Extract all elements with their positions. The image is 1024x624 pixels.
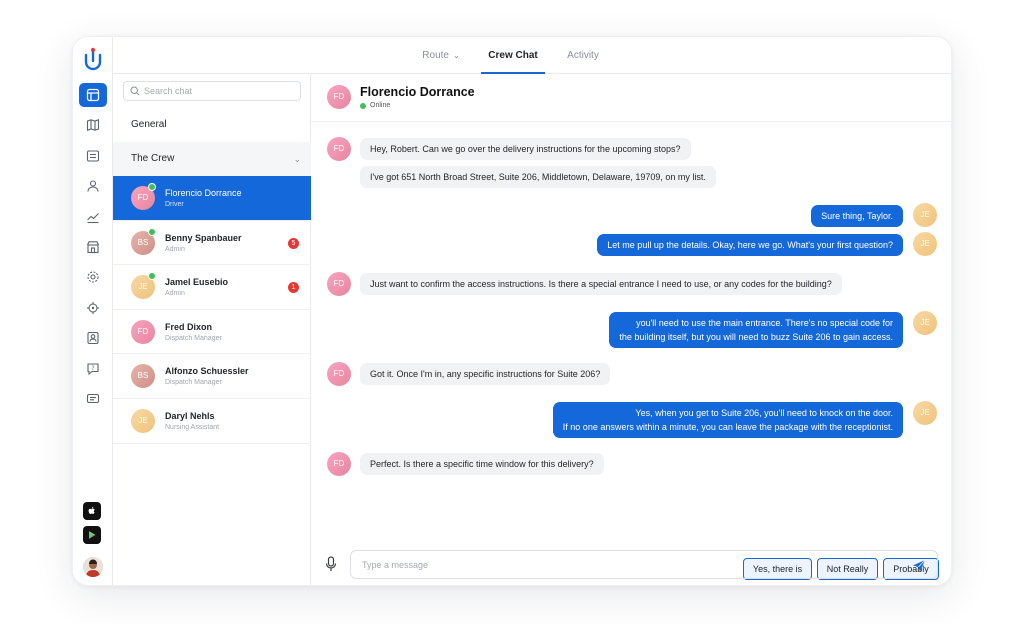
contact-role: Driver bbox=[165, 201, 184, 208]
avatar: FD bbox=[327, 362, 351, 386]
nav-map-icon[interactable] bbox=[79, 113, 107, 137]
tab-activity-label: Activity bbox=[567, 50, 599, 61]
nav-contacts-icon[interactable] bbox=[79, 326, 107, 350]
contact-name: Daryl Nehls bbox=[165, 411, 215, 421]
nav-settings-icon[interactable] bbox=[79, 265, 107, 289]
avatar: FD bbox=[327, 85, 351, 109]
online-dot bbox=[360, 102, 366, 109]
group-general[interactable]: General bbox=[113, 108, 311, 142]
contact-item[interactable]: BS Alfonzo Schuessler Dispatch Manager bbox=[113, 354, 311, 399]
unread-badge: 1 bbox=[288, 282, 299, 294]
tab-activity[interactable]: Activity bbox=[557, 37, 609, 74]
message-line: the building itself, but you will need t… bbox=[619, 332, 893, 342]
message-bubble: Perfect. Is there a specific time window… bbox=[360, 453, 604, 475]
nav-help-icon[interactable]: ? bbox=[79, 357, 107, 381]
contact-item[interactable]: BS Benny Spanbauer Admin 5 bbox=[113, 221, 311, 266]
avatar: FD bbox=[327, 452, 351, 476]
tab-crew-chat-label: Crew Chat bbox=[488, 50, 538, 61]
message-bubble: Just want to confirm the access instruct… bbox=[360, 273, 842, 295]
online-indicator bbox=[148, 227, 156, 236]
tab-crew-chat[interactable]: Crew Chat bbox=[481, 37, 545, 74]
conversation-panel: FD Florencio Dorrance Online FD Hey, Rob… bbox=[311, 74, 951, 585]
nav-users-icon[interactable] bbox=[79, 174, 107, 198]
search-input[interactable] bbox=[144, 86, 294, 96]
contact-name: Benny Spanbauer bbox=[165, 232, 242, 243]
chevron-down-icon: ⌄ bbox=[452, 51, 460, 60]
avatar: FD bbox=[327, 137, 351, 161]
microphone-icon[interactable] bbox=[324, 556, 338, 572]
nav-chat-icon[interactable] bbox=[79, 387, 107, 411]
online-indicator bbox=[148, 272, 156, 281]
contact-role: Dispatch Manager bbox=[165, 379, 222, 387]
left-rail: ? bbox=[73, 37, 113, 585]
conversation-title: Florencio Dorrance bbox=[360, 85, 475, 99]
message-bubble: Hey, Robert. Can we go over the delivery… bbox=[360, 138, 691, 160]
nav-list-icon[interactable] bbox=[79, 144, 107, 168]
message-line: If no one answers within a minute, you c… bbox=[562, 422, 893, 432]
search-icon bbox=[130, 86, 140, 96]
message-bubble: Let me pull up the details. Okay, here w… bbox=[597, 234, 903, 256]
message-line: Yes, when you get to Suite 206, you'll n… bbox=[635, 408, 893, 418]
contact-role: Admin bbox=[165, 290, 185, 298]
send-icon[interactable] bbox=[912, 559, 926, 573]
tab-route[interactable]: Route ⌄ bbox=[411, 37, 471, 74]
message-composer[interactable] bbox=[350, 550, 938, 579]
contact-item[interactable]: JE Jamel Eusebio Admin 1 bbox=[113, 265, 311, 310]
search-box[interactable] bbox=[123, 81, 301, 101]
avatar: JE bbox=[913, 232, 937, 256]
status-text: Online bbox=[370, 102, 391, 109]
message-line: you'll need to use the main entrance. Th… bbox=[636, 318, 893, 328]
contact-item[interactable]: JE Daryl Nehls Nursing Assistant bbox=[113, 399, 311, 444]
group-general-label: General bbox=[131, 119, 167, 130]
message-bubble: Yes, when you get to Suite 206, you'll n… bbox=[552, 402, 903, 438]
avatar: JE bbox=[913, 401, 937, 425]
svg-text:?: ? bbox=[91, 365, 94, 372]
chat-list-panel: General The Crew ⌄ FD Florencio Dorrance… bbox=[113, 74, 311, 585]
avatar: JE bbox=[131, 409, 155, 433]
group-crew-label: The Crew bbox=[131, 153, 175, 164]
contact-role: Nursing Assistant bbox=[165, 424, 220, 431]
contact-item[interactable]: FD Florencio Dorrance Driver bbox=[113, 176, 311, 221]
contact-role: Admin bbox=[165, 245, 185, 253]
nav-dashboard-icon[interactable] bbox=[79, 83, 107, 107]
apple-store-icon[interactable] bbox=[83, 502, 101, 520]
contact-name: Florencio Dorrance bbox=[165, 188, 242, 198]
unread-badge: 5 bbox=[288, 237, 299, 249]
contact-name: Alfonzo Schuessler bbox=[165, 366, 249, 377]
status-indicator: Online bbox=[360, 102, 390, 109]
contact-role: Dispatch Manager bbox=[165, 334, 222, 342]
tab-route-label: Route bbox=[422, 50, 449, 61]
conversation-header: FD Florencio Dorrance Online bbox=[311, 74, 951, 122]
user-avatar[interactable] bbox=[83, 557, 103, 577]
app-logo-icon bbox=[84, 47, 102, 71]
message-bubble: Sure thing, Taylor. bbox=[811, 205, 903, 227]
contact-item[interactable]: FD Fred Dixon Dispatch Manager bbox=[113, 310, 311, 355]
top-tab-bar: Route ⌄ Crew Chat Activity bbox=[113, 37, 951, 74]
nav-store-icon[interactable] bbox=[79, 235, 107, 259]
avatar: FD bbox=[131, 319, 155, 344]
contact-name: Jamel Eusebio bbox=[165, 277, 229, 288]
google-play-icon[interactable] bbox=[83, 526, 101, 544]
message-bubble: Got it. Once I'm in, any specific instru… bbox=[360, 363, 611, 385]
contact-name: Fred Dixon bbox=[165, 321, 213, 332]
avatar: FD bbox=[327, 272, 351, 296]
message-bubble: you'll need to use the main entrance. Th… bbox=[609, 312, 903, 348]
message-bubble: I've got 651 North Broad Street, Suite 2… bbox=[360, 166, 716, 188]
avatar: BS bbox=[131, 364, 155, 389]
message-input[interactable] bbox=[362, 558, 882, 572]
group-the-crew[interactable]: The Crew ⌄ bbox=[113, 142, 311, 176]
avatar: JE bbox=[913, 311, 937, 335]
app-window: ? Route ⌄ Crew Chat Activity Search chat… bbox=[72, 36, 952, 586]
nav-location-icon[interactable] bbox=[79, 296, 107, 320]
avatar: JE bbox=[913, 203, 937, 227]
nav-analytics-icon[interactable] bbox=[79, 205, 107, 229]
chevron-down-icon[interactable]: ⌄ bbox=[293, 142, 301, 176]
online-indicator bbox=[148, 183, 156, 191]
